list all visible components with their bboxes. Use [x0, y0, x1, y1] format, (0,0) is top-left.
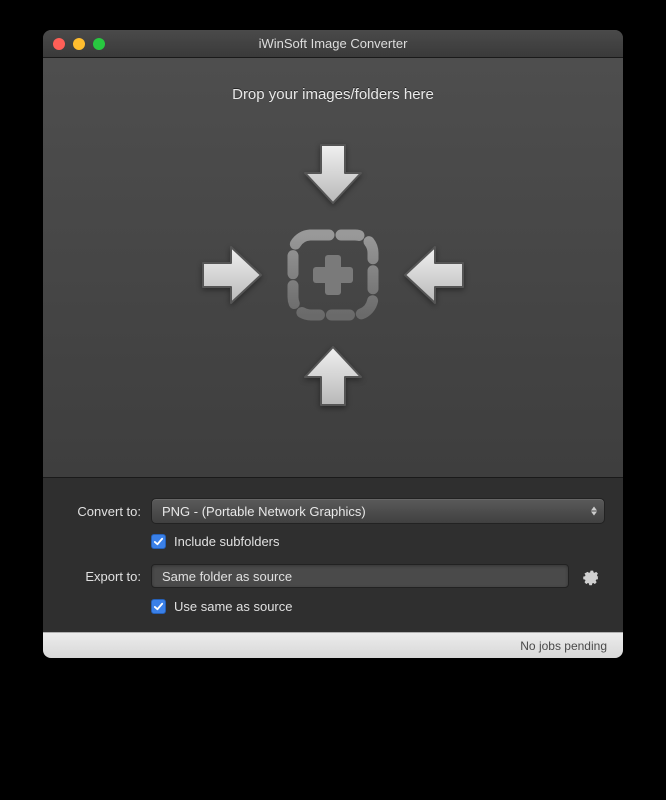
checkmark-icon: [153, 601, 164, 612]
export-label: Export to:: [61, 569, 151, 584]
use-same-source-label[interactable]: Use same as source: [174, 599, 293, 614]
plus-box-icon: [283, 225, 383, 325]
convert-format-select[interactable]: PNG - (Portable Network Graphics): [151, 498, 605, 524]
arrow-down-icon: [295, 137, 371, 213]
drop-prompt: Drop your images/folders here: [232, 86, 434, 103]
drop-graphic: [183, 125, 483, 425]
convert-select-wrap: PNG - (Portable Network Graphics): [151, 498, 605, 524]
gear-icon: [581, 566, 601, 586]
statusbar: No jobs pending: [43, 632, 623, 658]
use-same-source-row: Use same as source: [151, 599, 605, 614]
titlebar: iWinSoft Image Converter: [43, 30, 623, 58]
window-title: iWinSoft Image Converter: [259, 36, 408, 51]
include-subfolders-label[interactable]: Include subfolders: [174, 534, 280, 549]
drop-zone[interactable]: Drop your images/folders here: [43, 58, 623, 478]
include-subfolders-row: Include subfolders: [151, 534, 605, 549]
convert-label: Convert to:: [61, 504, 151, 519]
window-controls: [53, 38, 105, 50]
zoom-button[interactable]: [93, 38, 105, 50]
arrow-up-icon: [295, 337, 371, 413]
app-window: iWinSoft Image Converter Drop your image…: [43, 30, 623, 658]
use-same-source-checkbox[interactable]: [151, 599, 166, 614]
export-path-input[interactable]: [151, 564, 569, 588]
drop-target-box: [283, 225, 383, 325]
include-subfolders-checkbox[interactable]: [151, 534, 166, 549]
status-text: No jobs pending: [520, 639, 607, 653]
export-row: Export to:: [61, 563, 605, 589]
arrow-left-icon: [395, 237, 471, 313]
convert-row: Convert to: PNG - (Portable Network Grap…: [61, 498, 605, 524]
close-button[interactable]: [53, 38, 65, 50]
controls-panel: Convert to: PNG - (Portable Network Grap…: [43, 478, 623, 632]
export-settings-button[interactable]: [577, 563, 605, 589]
arrow-right-icon: [195, 237, 271, 313]
checkmark-icon: [153, 536, 164, 547]
minimize-button[interactable]: [73, 38, 85, 50]
